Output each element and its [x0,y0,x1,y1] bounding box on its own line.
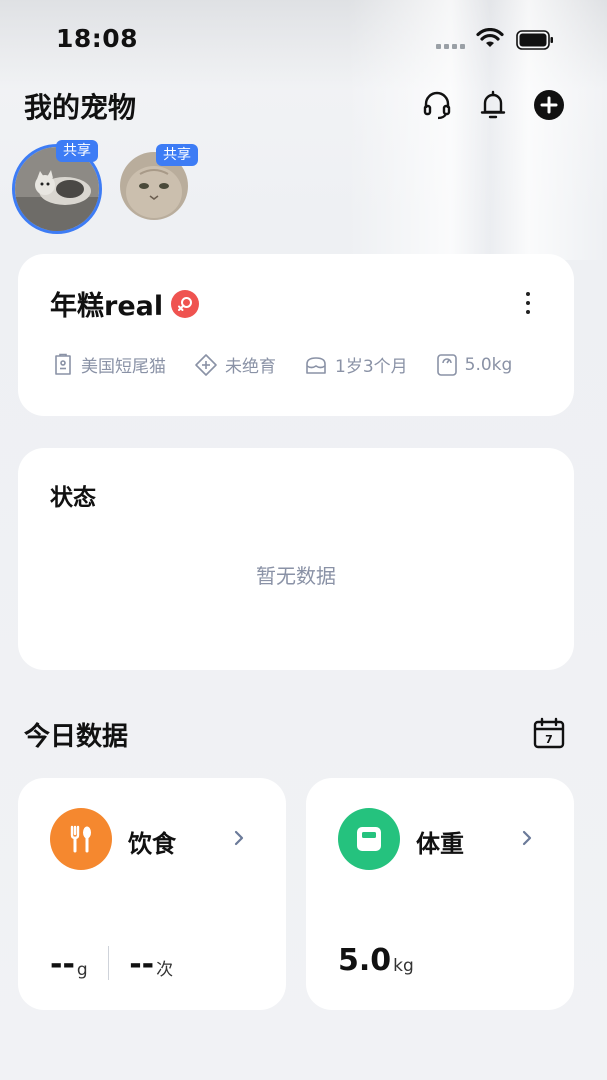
neutered-icon [195,353,217,376]
breed-icon [55,353,71,375]
food-amount: -- [50,947,75,982]
food-icon [50,808,112,870]
food-amount-unit: g [76,960,88,980]
pet-name-text: 年糕real [50,291,164,322]
status-bar: 18:08 [0,0,607,80]
status-card: 状态 暂无数据 [18,448,574,670]
page-title: 我的宠物 [24,91,137,124]
chevron-right-icon [234,830,244,846]
breed-info: 美国短尾猫 [52,352,166,377]
neutered-info: 未绝育 [194,352,276,377]
plus-circle-icon [534,90,564,120]
scale-icon [357,827,381,851]
food-count: -- [129,947,155,982]
weight-unit: kg [393,956,414,976]
scale-icon [436,353,457,376]
pet-name: 年糕real [50,284,200,323]
female-icon [171,289,200,318]
add-pet-button[interactable] [532,88,566,122]
cake-icon [306,356,326,374]
signal-icon [436,44,465,49]
pet-info-row: 美国短尾猫 未绝育 1岁3个月 5.0kg [52,352,512,377]
customer-service-button[interactable] [420,88,454,122]
calendar-button[interactable]: 7 [532,716,566,750]
status-card-title: 状态 [50,485,96,511]
weight-values: 5.0 kg [338,943,414,978]
pet-avatar-selected[interactable]: 共享 [12,138,112,234]
neutered-text: 未绝育 [225,357,276,377]
age-info: 1岁3个月 [304,352,408,377]
value-divider [107,946,110,980]
breed-text: 美国短尾猫 [81,357,166,377]
food-card[interactable]: 饮食 -- g -- 次 [18,778,286,1010]
wifi-icon [476,28,504,47]
share-badge: 共享 [156,144,198,166]
food-title: 饮食 [128,830,176,858]
bell-icon [480,90,506,119]
weight-title: 体重 [416,830,464,858]
calendar-icon: 7 [533,717,565,749]
weight-text: 5.0kg [464,354,513,375]
pet-avatar[interactable]: 共享 [118,142,218,226]
food-count-unit: 次 [156,960,174,980]
weight-card[interactable]: 体重 5.0 kg [306,778,574,1010]
battery-icon [516,30,553,50]
headset-icon [423,91,451,120]
calendar-day: 7 [545,733,553,746]
age-text: 1岁3个月 [335,357,408,377]
status-empty-text: 暂无数据 [256,564,336,588]
weight-info: 5.0kg [436,353,513,377]
more-options-button[interactable] [518,288,538,318]
today-data-title: 今日数据 [24,722,129,752]
more-dots-icon [526,292,530,296]
status-time: 18:08 [56,24,139,53]
fork-spoon-icon [70,825,91,853]
weight-icon [338,808,400,870]
weight-value: 5.0 [338,943,392,978]
notification-button[interactable] [476,88,510,122]
share-badge: 共享 [56,140,98,162]
pet-info-card[interactable]: 年糕real 美国短尾猫 未绝育 1岁3个月 5.0kg [18,254,574,416]
chevron-right-icon [522,830,532,846]
food-values: -- g -- 次 [50,946,173,980]
